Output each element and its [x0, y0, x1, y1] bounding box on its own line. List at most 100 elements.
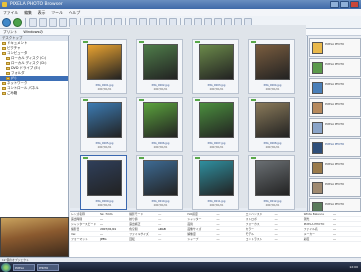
info-value: ---: [274, 222, 278, 226]
film-strip: PIXELA PHOTO PIXELA PHOTO PIXELA PHOTO PIXE…: [307, 36, 361, 219]
strip-item[interactable]: PIXELA PHOTO: [309, 158, 361, 177]
strip-item-label: PIXELA PHOTO: [325, 203, 345, 206]
tree-item[interactable]: ごみ箱: [0, 91, 68, 96]
info-key: エンハンスド: [245, 212, 263, 216]
strip-item[interactable]: PIXELA PHOTO: [309, 138, 361, 157]
thumbnail-date: 2007/01/01: [153, 146, 168, 149]
info-key: カラー: [245, 227, 254, 231]
move-button[interactable]: [59, 17, 67, 27]
thumbnail-image: [255, 102, 290, 138]
info-value: ---: [274, 227, 278, 231]
window-title-bar: PIXELA PHOTO Browser: [0, 0, 361, 9]
info-key: ファイルサイズ: [129, 232, 149, 236]
info-key: 露出補正: [129, 222, 141, 226]
info-value: ---: [158, 222, 162, 226]
menu-tools[interactable]: ツール: [51, 10, 62, 16]
info-value: ---: [274, 232, 278, 236]
taskbar: PIXELA PHOTO 12:00: [0, 262, 361, 272]
info-key: 回転: [129, 237, 135, 241]
thumbnail-caption: IMG_0005.jpg: [95, 142, 114, 145]
info-key: メーカー: [303, 232, 315, 236]
forward-button[interactable]: [13, 17, 22, 27]
thumbnail-caption: IMG_0007.jpg: [207, 142, 226, 145]
thumbnail-caption: IMG_0008.jpg: [263, 142, 282, 145]
info-value: ---: [158, 232, 162, 236]
info-key: ISO感度: [187, 212, 198, 216]
up-folder-button[interactable]: [29, 17, 37, 27]
thumbnail-date: 2007/01/01: [209, 146, 224, 149]
strip-thumbnail: [312, 162, 323, 174]
info-key: フォーマット: [71, 237, 88, 241]
close-button[interactable]: [350, 1, 359, 8]
folder-icon: [6, 57, 10, 60]
info-key: ファイル名: [303, 227, 318, 231]
thumbnail-image: [199, 160, 234, 196]
info-value: 2007/01/01: [100, 227, 117, 231]
info-key: シャッタースピード: [71, 222, 97, 226]
info-value: ---: [216, 237, 220, 241]
folder-icon: [2, 52, 6, 55]
taskbar-item[interactable]: PHOTO: [37, 263, 59, 271]
info-value: ---: [274, 237, 278, 241]
menu-file[interactable]: ファイル: [3, 10, 18, 16]
thumbnail[interactable]: IMG_0001.jpg 2007/01/01: [80, 39, 127, 94]
thumbnail[interactable]: IMG_0009.jpg 2007/01/01: [80, 155, 127, 210]
thumbnail[interactable]: IMG_0008.jpg 2007/01/01: [248, 97, 295, 152]
info-key: PIXELA PHOTO: [303, 222, 325, 226]
thumbnail-date: 2007/01/01: [265, 88, 280, 91]
strip-item[interactable]: PIXELA PHOTO: [309, 58, 361, 77]
info-key: コントラスト: [245, 237, 263, 241]
maximize-button[interactable]: [340, 1, 349, 8]
info-key: シャッター: [187, 217, 202, 221]
copy-button[interactable]: [49, 17, 57, 27]
minimize-button[interactable]: [330, 1, 339, 8]
thumbnail[interactable]: IMG_0005.jpg 2007/01/01: [80, 97, 127, 152]
info-value: ---: [332, 227, 336, 231]
rating-tag: [251, 41, 256, 43]
back-button[interactable]: [2, 17, 11, 27]
info-value: ---: [332, 237, 336, 241]
strip-thumbnail: [312, 122, 323, 134]
taskbar-item[interactable]: PIXELA: [13, 263, 35, 271]
strip-item[interactable]: PIXELA PHOTO: [309, 178, 361, 197]
menu-view[interactable]: 表示: [38, 10, 46, 16]
strip-item[interactable]: PIXELA PHOTO: [309, 38, 361, 57]
strip-item[interactable]: PIXELA PHOTO: [309, 78, 361, 97]
subbar-windows-link[interactable]: Windowsの: [23, 30, 43, 35]
tree-item-label: ごみ箱: [7, 91, 18, 95]
thumbnail[interactable]: IMG_0006.jpg 2007/01/01: [136, 97, 183, 152]
thumbnail-image: [87, 44, 122, 80]
thumbnail-date: 2007/01/01: [265, 146, 280, 149]
thumbnail[interactable]: IMG_0003.jpg 2007/01/01: [192, 39, 239, 94]
strip-thumbnail: [312, 182, 323, 194]
strip-item[interactable]: PIXELA PHOTO: [309, 118, 361, 137]
thumbnail-caption: IMG_0012.jpg: [263, 200, 282, 203]
refresh-button[interactable]: [39, 17, 47, 27]
info-panel: レンズ名称 Sx. 7mm 撮影モード --- ISO感度 --- エンハンスド --- Whi…: [70, 211, 361, 257]
info-value: ---: [100, 222, 104, 226]
info-key: シャープ: [187, 237, 199, 241]
thumbnail-date: 2007/01/01: [153, 204, 168, 207]
thumbnail[interactable]: IMG_0007.jpg 2007/01/01: [192, 97, 239, 152]
thumbnail-image: [199, 44, 234, 80]
thumbnail-caption: IMG_0010.jpg: [151, 200, 170, 203]
start-button[interactable]: [1, 262, 11, 272]
thumbnail[interactable]: IMG_0002.jpg 2007/01/01: [136, 39, 183, 94]
thumbnail[interactable]: IMG_0010.jpg 2007/01/01: [136, 155, 183, 210]
menu-help[interactable]: ヘルプ: [69, 10, 80, 16]
thumbnail[interactable]: IMG_0012.jpg 2007/01/01: [248, 155, 295, 210]
subbar-print-link[interactable]: プリント: [3, 30, 17, 35]
thumbnail-image: [143, 102, 178, 138]
info-row: フォーマット JPEG 回転 --- シャープ --- コントラスト --- 彩度 ---: [70, 237, 361, 242]
thumbnail[interactable]: IMG_0004.jpg 2007/01/01: [248, 39, 295, 94]
thumbnail-image: [87, 160, 122, 196]
info-key: 画質: [187, 222, 193, 226]
info-key: レンズ名称: [71, 212, 85, 216]
menu-edit[interactable]: 編集: [24, 10, 32, 16]
folder-icon: [2, 42, 6, 45]
info-key: 絞り値: [129, 217, 138, 221]
tree-items: ドキュメント ピクチャ コンピュータ ローカル ディスク (C:) ローカル ディスク …: [0, 41, 68, 96]
thumbnail[interactable]: IMG_0011.jpg 2007/01/01: [192, 155, 239, 210]
strip-item[interactable]: PIXELA PHOTO: [309, 98, 361, 117]
info-value: ---: [332, 212, 336, 216]
